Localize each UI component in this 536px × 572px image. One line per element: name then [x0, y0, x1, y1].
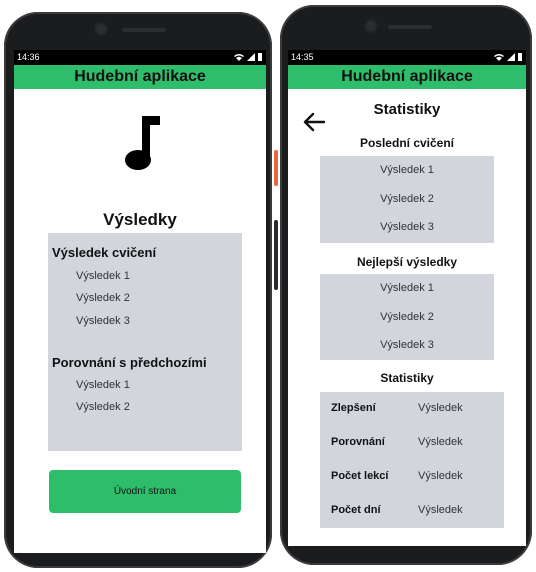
best-panel: Výsledek 1 Výsledek 2 Výsledek 3 — [320, 274, 494, 360]
battery-icon — [518, 53, 522, 61]
home-button[interactable]: Úvodní strana — [49, 470, 241, 513]
list-item: Výsledek 2 — [76, 292, 130, 304]
recent-panel: Výsledek 1 Výsledek 2 Výsledek 3 — [320, 156, 494, 243]
front-camera — [366, 21, 376, 31]
front-camera — [96, 24, 106, 34]
results-panel: Výsledek cvičení Výsledek 1 Výsledek 2 V… — [48, 233, 242, 451]
stat-value: Výsledek — [418, 402, 463, 414]
list-item: Výsledek 2 — [380, 193, 434, 205]
list-item: Výsledek 1 — [380, 282, 434, 294]
list-item: Výsledek 3 — [380, 339, 434, 351]
stat-value: Výsledek — [418, 504, 463, 516]
side-button — [274, 150, 278, 186]
side-button — [274, 220, 278, 290]
list-item: Výsledek 3 — [380, 221, 434, 233]
earpiece-speaker — [122, 28, 166, 32]
list-item: Výsledek 3 — [76, 315, 130, 327]
page-title: Výsledky — [103, 210, 177, 229]
status-bar: 14:36 — [14, 50, 266, 65]
status-time: 14:36 — [17, 52, 40, 62]
screen: 14:36 Hudební aplikace Výsledky Výsledek… — [14, 50, 266, 553]
wifi-icon — [234, 53, 244, 61]
page-title: Statistiky — [373, 101, 441, 118]
table-row: Zlepšení Výsledek — [320, 392, 504, 426]
list-item: Výsledek 2 — [76, 401, 130, 413]
system-icons — [234, 52, 262, 61]
section-title-best: Nejlepší výsledky — [356, 255, 458, 269]
phone-results: 14:36 Hudební aplikace Výsledky Výsledek… — [4, 12, 272, 568]
battery-icon — [258, 53, 262, 61]
stat-label: Zlepšení — [331, 402, 376, 414]
table-row: Počet lekcí Výsledek — [320, 460, 504, 494]
status-bar: 14:35 — [288, 50, 526, 65]
stats-table: Zlepšení Výsledek Porovnání Výsledek Poč… — [320, 392, 504, 528]
list-item: Výsledek 2 — [380, 311, 434, 323]
section-title-comparison: Porovnání s předchozími — [52, 355, 207, 370]
list-item: Výsledek 1 — [76, 379, 130, 391]
list-item: Výsledek 1 — [380, 164, 434, 176]
status-time: 14:35 — [291, 52, 314, 62]
stat-value: Výsledek — [418, 436, 463, 448]
section-title-stats: Statistiky — [380, 371, 434, 385]
stat-label: Porovnání — [331, 436, 385, 448]
system-icons — [494, 52, 522, 61]
app-title-bar: Hudební aplikace — [288, 65, 526, 89]
signal-icon — [507, 52, 515, 61]
phone-statistics: 14:35 Hudební aplikace Statistiky Posled… — [274, 5, 532, 565]
table-row: Porovnání Výsledek — [320, 426, 504, 460]
wifi-icon — [494, 53, 504, 61]
earpiece-speaker — [388, 25, 432, 29]
screen: 14:35 Hudební aplikace Statistiky Posled… — [288, 50, 526, 546]
stat-label: Počet lekcí — [331, 470, 389, 482]
table-row: Počet dní Výsledek — [320, 494, 504, 528]
app-title-bar: Hudební aplikace — [14, 65, 266, 89]
signal-icon — [247, 52, 255, 61]
section-title-exercise: Výsledek cvičení — [52, 245, 157, 260]
stat-value: Výsledek — [418, 470, 463, 482]
music-note-icon — [125, 116, 160, 170]
stat-label: Počet dní — [331, 504, 381, 516]
list-item: Výsledek 1 — [76, 270, 130, 282]
section-title-recent: Poslední cvičení — [359, 136, 455, 150]
